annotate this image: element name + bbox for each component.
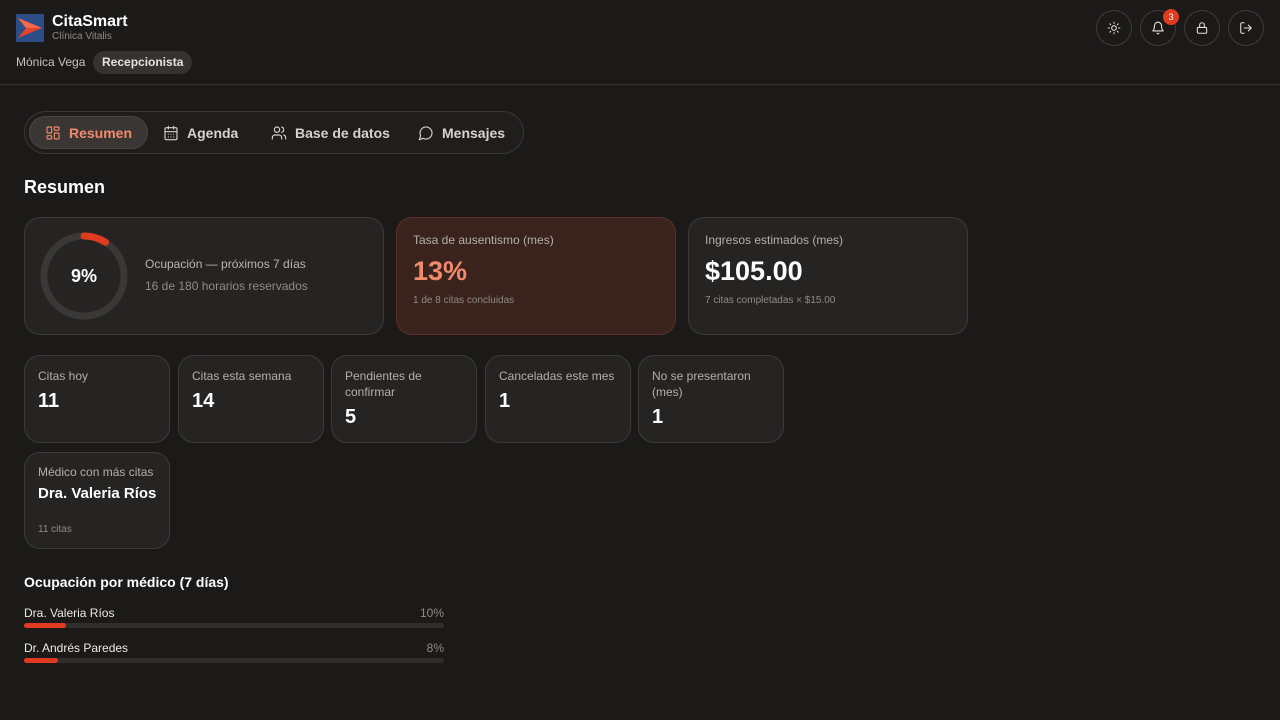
tab-label: Resumen (69, 124, 133, 141)
occupancy-card: 9% Ocupación — próximos 7 días 16 de 180… (24, 217, 384, 335)
stat-label: Citas hoy (38, 369, 89, 383)
tab-label: Base de datos (295, 124, 390, 141)
notification-count-badge: 3 (1163, 9, 1179, 25)
doctor-percent: 8% (426, 641, 444, 655)
lock-button[interactable] (1184, 10, 1220, 46)
tab-label: Agenda (187, 124, 239, 141)
app-name: CitaSmart (52, 13, 128, 30)
app-logo (16, 14, 44, 42)
theme-toggle-button[interactable] (1096, 10, 1132, 46)
message-icon (418, 125, 433, 140)
stat-label: Canceladas este mes (499, 369, 615, 383)
top-doctor-label: Médico con más citas (38, 465, 154, 479)
dashboard-icon (46, 125, 60, 140)
occupancy-percent: 9% (70, 266, 97, 286)
top-doctor-name: Dra. Valeria Ríos (38, 485, 157, 502)
stat-label: Pendientes de confirmar (345, 369, 422, 399)
tab-resumen[interactable]: Resumen (29, 116, 149, 149)
page-title: Resumen (24, 177, 106, 197)
tab-agenda[interactable]: Agenda (147, 116, 254, 149)
bell-icon (1152, 21, 1164, 35)
occupancy-bar-fill (24, 658, 58, 663)
stat-card-canceladas: Canceladas este mes 1 (485, 355, 631, 443)
doctor-name: Dr. Andrés Paredes (24, 641, 129, 655)
absence-rate-value: 13% (413, 256, 468, 286)
stat-value: 1 (499, 390, 511, 412)
absence-rate-label: Tasa de ausentismo (mes) (413, 233, 554, 247)
tab-label: Mensajes (442, 124, 506, 141)
calendar-icon (164, 125, 178, 140)
occupancy-bar-track (24, 658, 444, 663)
absence-rate-note: 1 de 8 citas concluidas (413, 295, 515, 306)
stat-value: 11 (38, 390, 60, 412)
stat-label: Citas esta semana (192, 369, 292, 383)
user-name: Mónica Vega (16, 55, 86, 69)
doctor-occupancy-title: Ocupación por médico (7 días) (24, 574, 229, 590)
notifications-button[interactable]: 3 (1140, 9, 1179, 46)
users-icon (271, 125, 287, 140)
stat-card-pendientes: Pendientes de confirmar 5 (331, 355, 477, 443)
doctor-name: Dra. Valeria Ríos (24, 606, 115, 620)
income-card: Ingresos estimados (mes) $105.00 7 citas… (688, 217, 968, 335)
occupancy-bar-track (24, 623, 444, 628)
stat-card-citas-hoy: Citas hoy 11 (24, 355, 170, 443)
occupancy-ring: 9% (40, 232, 128, 320)
income-label: Ingresos estimados (mes) (705, 233, 844, 247)
sun-icon (1107, 21, 1121, 35)
app-header: CitaSmart Clínica Vitalis Mónica Vega Re… (0, 0, 1280, 85)
tab-base-de-datos[interactable]: Base de datos (255, 116, 406, 149)
top-doctor-card: Médico con más citas Dra. Valeria Ríos 1… (24, 452, 170, 549)
income-note: 7 citas completadas × $15.00 (705, 295, 836, 306)
clinic-name: Clínica Vitalis (52, 31, 112, 42)
tab-mensajes[interactable]: Mensajes (402, 116, 521, 149)
main-tabs: Resumen Agenda Base de datos Mensajes (24, 111, 524, 154)
stat-value: 14 (192, 390, 215, 412)
occupancy-bar-fill (24, 623, 66, 628)
stat-value: 5 (345, 406, 357, 428)
stat-label: No se presentaron (mes) (652, 369, 751, 399)
lock-icon (1196, 22, 1208, 34)
top-doctor-count: 11 citas (38, 524, 72, 535)
stat-card-citas-semana: Citas esta semana 14 (178, 355, 324, 443)
doctor-percent: 10% (419, 606, 444, 620)
income-value: $105.00 (705, 256, 803, 286)
stat-value: 1 (652, 406, 664, 428)
stat-card-no-show: No se presentaron (mes) 1 (638, 355, 784, 443)
absence-rate-card: Tasa de ausentismo (mes) 13% 1 de 8 cita… (396, 217, 676, 335)
occupancy-subtitle: 16 de 180 horarios reservados (145, 279, 308, 293)
occupancy-title: Ocupación — próximos 7 días (145, 257, 306, 271)
role-badge: Recepcionista (93, 51, 193, 74)
logout-icon (1240, 22, 1252, 34)
logout-button[interactable] (1228, 10, 1264, 46)
